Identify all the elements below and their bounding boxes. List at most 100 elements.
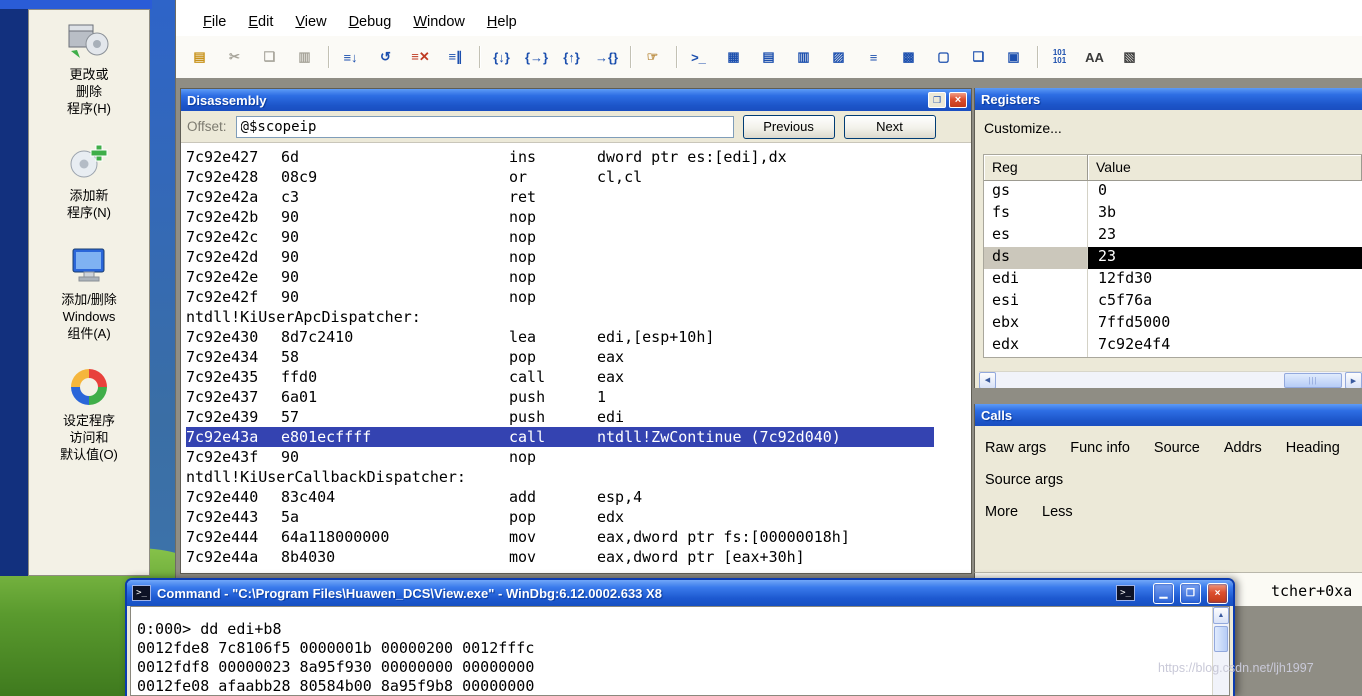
memory-window-icon[interactable]: ▨ — [825, 45, 852, 70]
disassembly-line[interactable]: 7c92e42e 90 nop — [186, 267, 934, 287]
disassembly-line[interactable]: 7c92e435 ffd0 call eax — [186, 367, 934, 387]
register-row[interactable]: gs 0 — [984, 181, 1362, 203]
break-icon[interactable]: ≡∥ — [442, 45, 469, 70]
locals-window-icon[interactable]: ▤ — [755, 45, 782, 70]
modules-window-icon[interactable]: ▣ — [1000, 45, 1027, 70]
call-stack-window-icon[interactable]: ≡ — [860, 45, 887, 70]
watch-window-icon[interactable]: ▦ — [720, 45, 747, 70]
processes-window-icon[interactable]: ❏ — [965, 45, 992, 70]
command-vertical-scrollbar[interactable]: ▲ — [1212, 607, 1229, 695]
sidebar-item-windows-components[interactable]: 添加/删除 Windows 组件(A) — [34, 245, 144, 342]
menu-window[interactable]: Window — [402, 12, 476, 32]
terminal-icon[interactable]: >_ — [1116, 585, 1135, 601]
previous-button[interactable]: Previous — [742, 114, 835, 139]
heading-button[interactable]: Heading — [1286, 440, 1340, 456]
scrollbar-thumb[interactable]: ||| — [1284, 373, 1342, 388]
register-row[interactable]: ds 23 — [984, 247, 1362, 269]
memory-101-icon[interactable]: 101 101 — [1046, 45, 1073, 70]
command-titlebar[interactable]: >_ Command - "C:\Program Files\Huawen_DC… — [127, 580, 1233, 606]
register-row[interactable]: esi c5f76a — [984, 291, 1362, 313]
step-out-icon[interactable]: {↑} — [558, 45, 585, 70]
menu-debug[interactable]: Debug — [338, 12, 403, 32]
float-window-icon[interactable]: ❐ — [928, 92, 946, 108]
disassembly-line[interactable]: 7c92e440 83c404 add esp,4 — [186, 487, 934, 507]
disassembly-window-icon[interactable]: ▩ — [895, 45, 922, 70]
disassembly-line[interactable]: 7c92e43a e801ecffff call ntdll!ZwContinue (… — [186, 427, 934, 447]
source-args-button[interactable]: Source args — [985, 472, 1063, 488]
addrs-button[interactable]: Addrs — [1224, 440, 1262, 456]
menu-edit[interactable]: Edit — [237, 12, 284, 32]
scroll-up-icon[interactable]: ▲ — [1213, 607, 1229, 624]
next-button[interactable]: Next — [843, 114, 936, 139]
calls-titlebar[interactable]: Calls — [975, 404, 1362, 426]
options-icon[interactable]: ▧ — [1116, 45, 1143, 70]
scroll-right-icon[interactable]: ▶ — [1345, 372, 1362, 388]
disassembly-line[interactable]: 7c92e439 57 push edi — [186, 407, 934, 427]
sidebar-item-program-access-defaults[interactable]: 设定程序 访问和 默认值(O) — [34, 366, 144, 463]
disassembly-line[interactable]: 7c92e443 5a pop edx — [186, 507, 934, 527]
close-icon[interactable]: × — [949, 92, 967, 108]
asm-mnemonic: call — [509, 428, 546, 446]
less-button[interactable]: Less — [1042, 504, 1073, 520]
scroll-left-icon[interactable]: ◀ — [979, 371, 996, 388]
disassembly-line[interactable]: 7c92e428 08c9 or cl,cl — [186, 167, 934, 187]
menu-file[interactable]: File — [192, 12, 237, 32]
close-icon[interactable]: × — [1207, 582, 1228, 604]
run-to-cursor-icon[interactable]: →{} — [593, 45, 620, 70]
customize-button[interactable]: Customize... — [975, 110, 1362, 136]
open-source-file-icon[interactable]: ▤ — [186, 45, 213, 70]
menu-view[interactable]: View — [284, 12, 337, 32]
command-window-icon[interactable]: >_ — [685, 45, 712, 70]
restore-icon[interactable]: ❐ — [1180, 582, 1201, 604]
more-button[interactable]: More — [985, 504, 1018, 520]
sidebar-item-change-remove-programs[interactable]: 更改或 删除 程序(H) — [34, 20, 144, 117]
disassembly-line[interactable]: 7c92e42a c3 ret — [186, 187, 934, 207]
disassembly-line[interactable]: 7c92e42c 90 nop — [186, 227, 934, 247]
registers-horizontal-scrollbar[interactable]: ◀ ||| ▶ — [979, 371, 1362, 388]
register-row[interactable]: edi 12fd30 — [984, 269, 1362, 291]
go-icon[interactable]: ≡↓ — [337, 45, 364, 70]
register-row[interactable]: edx 7c92e4f4 — [984, 335, 1362, 357]
offset-input[interactable] — [235, 115, 734, 138]
command-line: 0012fe08 afaabb28 80584b00 8a95f9b8 0000… — [137, 677, 535, 695]
asm-operands: eax,dword ptr fs:[00000018h] — [597, 528, 850, 546]
register-row[interactable]: fs 3b — [984, 203, 1362, 225]
step-into-icon[interactable]: {↓} — [488, 45, 515, 70]
raw-args-button[interactable]: Raw args — [985, 440, 1046, 456]
disassembly-line[interactable]: 7c92e42b 90 nop — [186, 207, 934, 227]
disassembly-line[interactable]: 7c92e44a 8b4030 mov eax,dword ptr [eax+30h] — [186, 547, 934, 567]
column-header-value[interactable]: Value — [1088, 155, 1362, 181]
step-over-icon[interactable]: {→} — [523, 45, 550, 70]
disassembly-line[interactable]: 7c92e434 58 pop eax — [186, 347, 934, 367]
sidebar-item-add-new-programs[interactable]: 添加新 程序(N) — [34, 141, 144, 221]
func-info-button[interactable]: Func info — [1070, 440, 1130, 456]
disassembly-content[interactable]: 7c92e427 6d ins dword ptr es:[edi],dx 7c92e4… — [181, 143, 971, 573]
disassembly-line[interactable]: 7c92e43f 90 nop — [186, 447, 934, 467]
paste-icon[interactable]: ▥ — [291, 45, 318, 70]
disassembly-line[interactable]: 7c92e437 6a01 push 1 — [186, 387, 934, 407]
disassembly-line[interactable]: 7c92e42d 90 nop — [186, 247, 934, 267]
register-row[interactable]: ebx 7ffd5000 — [984, 313, 1362, 335]
breakpoint-hand-icon[interactable]: ☞ — [639, 45, 666, 70]
command-output[interactable]: 0:000> dd edi+b8 0012fde8 7c8106f5 000000… — [131, 607, 1212, 695]
disassembly-line[interactable]: 7c92e427 6d ins dword ptr es:[edi],dx — [186, 147, 934, 167]
minimize-icon[interactable]: ▁ — [1153, 582, 1174, 604]
scratch-pad-window-icon[interactable]: ▢ — [930, 45, 957, 70]
column-header-reg[interactable]: Reg — [984, 155, 1088, 181]
stop-debugging-icon[interactable]: ≡✕ — [407, 45, 434, 70]
register-row[interactable]: es 23 — [984, 225, 1362, 247]
scrollbar-thumb[interactable] — [1214, 626, 1228, 652]
copy-icon[interactable]: ❏ — [256, 45, 283, 70]
disassembly-line[interactable]: 7c92e444 64a118000000 mov eax,dword ptr fs:… — [186, 527, 934, 547]
menu-help[interactable]: Help — [476, 12, 528, 32]
font-icon[interactable]: AA — [1081, 45, 1108, 70]
disassembly-line[interactable]: 7c92e42f 90 nop — [186, 287, 934, 307]
registers-titlebar[interactable]: Registers — [975, 88, 1362, 110]
source-button[interactable]: Source — [1154, 440, 1200, 456]
disassembly-titlebar[interactable]: Disassembly ❐ × — [181, 89, 971, 111]
disassembly-line[interactable]: 7c92e430 8d7c2410 lea edi,[esp+10h] — [186, 327, 934, 347]
cut-icon[interactable]: ✂ — [221, 45, 248, 70]
register-name: fs — [984, 203, 1088, 225]
restart-icon[interactable]: ↺ — [372, 45, 399, 70]
registers-window-icon[interactable]: ▥ — [790, 45, 817, 70]
